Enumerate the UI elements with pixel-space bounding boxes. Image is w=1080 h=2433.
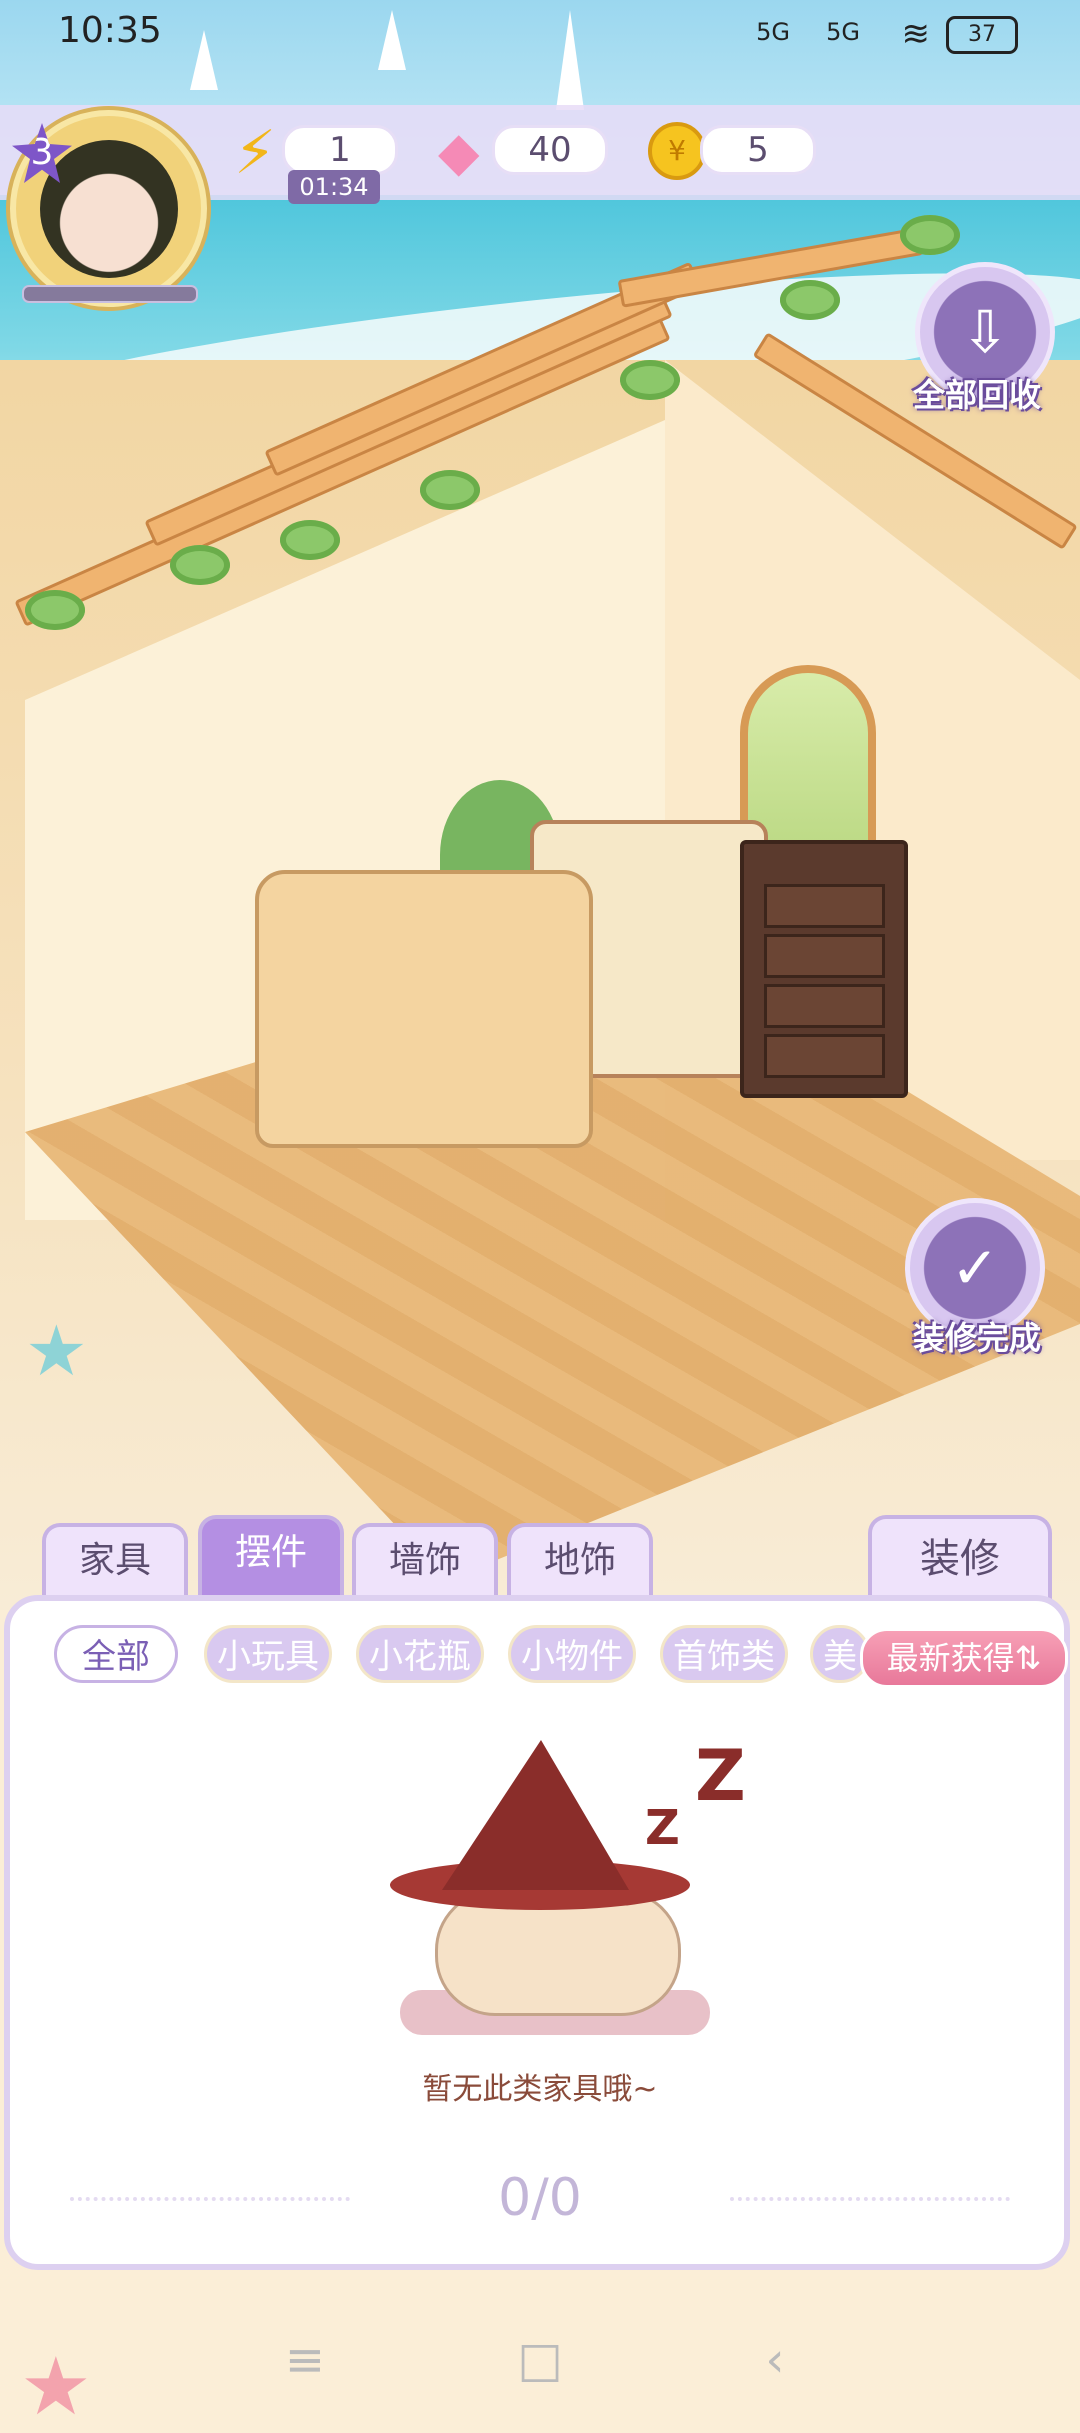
filter-chip-items[interactable]: 小物件: [508, 1625, 636, 1683]
filter-chip-jewelry[interactable]: 首饰类: [660, 1625, 788, 1683]
sleep-z-large: Z: [695, 1735, 746, 1817]
energy-counter[interactable]: 1: [282, 125, 398, 175]
battery-icon: 37: [946, 16, 1018, 54]
back-icon[interactable]: ‹: [715, 2320, 835, 2401]
gem-counter[interactable]: 40: [492, 125, 608, 175]
filter-chip-vases[interactable]: 小花瓶: [356, 1625, 484, 1683]
home-icon[interactable]: □: [480, 2320, 600, 2401]
vine-decor: [170, 545, 230, 585]
filter-chip-toys[interactable]: 小玩具: [204, 1625, 332, 1683]
tab-floor-decor[interactable]: 地饰: [507, 1523, 653, 1599]
gem-icon[interactable]: ◆: [438, 120, 480, 183]
pager-divider: [730, 2197, 1010, 2201]
starfish-icon: ★: [25, 1310, 88, 1392]
tab-furniture[interactable]: 家具: [42, 1523, 188, 1599]
drawer: [764, 984, 885, 1028]
drawer: [764, 934, 885, 978]
lightning-icon[interactable]: ⚡: [234, 118, 276, 188]
energy-timer: 01:34: [288, 170, 380, 204]
finish-decorating-label: 装修完成: [913, 1319, 1042, 1357]
vine-decor: [280, 520, 340, 560]
status-time: 10:35: [58, 10, 162, 51]
coin-icon[interactable]: ¥: [648, 122, 706, 180]
empty-message: 暂无此类家具哦~: [422, 2072, 658, 2107]
experience-bar: [22, 285, 198, 303]
sort-latest-button[interactable]: 最新获得⇅: [860, 1628, 1068, 1688]
network-indicator: 5G: [826, 18, 860, 46]
sofa-furniture[interactable]: [255, 870, 593, 1148]
recycle-all-label: 全部回收: [913, 376, 1042, 414]
system-navigation-bar: ≡ □ ‹: [0, 2320, 1080, 2401]
menu-icon[interactable]: ≡: [245, 2320, 365, 2401]
tab-wall-decor[interactable]: 墙饰: [352, 1523, 498, 1599]
drawer: [764, 884, 885, 928]
vine-decor: [420, 470, 480, 510]
avatar-face: [40, 140, 178, 278]
dresser-furniture[interactable]: [740, 840, 908, 1098]
vine-decor: [780, 280, 840, 320]
status-bar: 10:35 5G 5G ≋ 37: [0, 0, 1080, 70]
coin-counter[interactable]: 5: [700, 125, 816, 175]
gem-value: 40: [528, 130, 572, 170]
decorate-button[interactable]: 装修: [868, 1515, 1052, 1599]
filter-chip-all[interactable]: 全部: [54, 1625, 178, 1683]
coin-value: 5: [747, 130, 769, 170]
drawer: [764, 1034, 885, 1078]
sleep-z-small: Z: [645, 1800, 680, 1856]
network-indicator: 5G: [756, 18, 790, 46]
vine-decor: [620, 360, 680, 400]
vine-decor: [900, 215, 960, 255]
sleeping-cat-illustration: Z Z: [380, 1735, 746, 2050]
energy-value: 1: [329, 130, 351, 170]
wifi-icon: ≋: [901, 14, 931, 54]
vine-decor: [25, 590, 85, 630]
tab-ornaments[interactable]: 摆件: [198, 1515, 344, 1599]
